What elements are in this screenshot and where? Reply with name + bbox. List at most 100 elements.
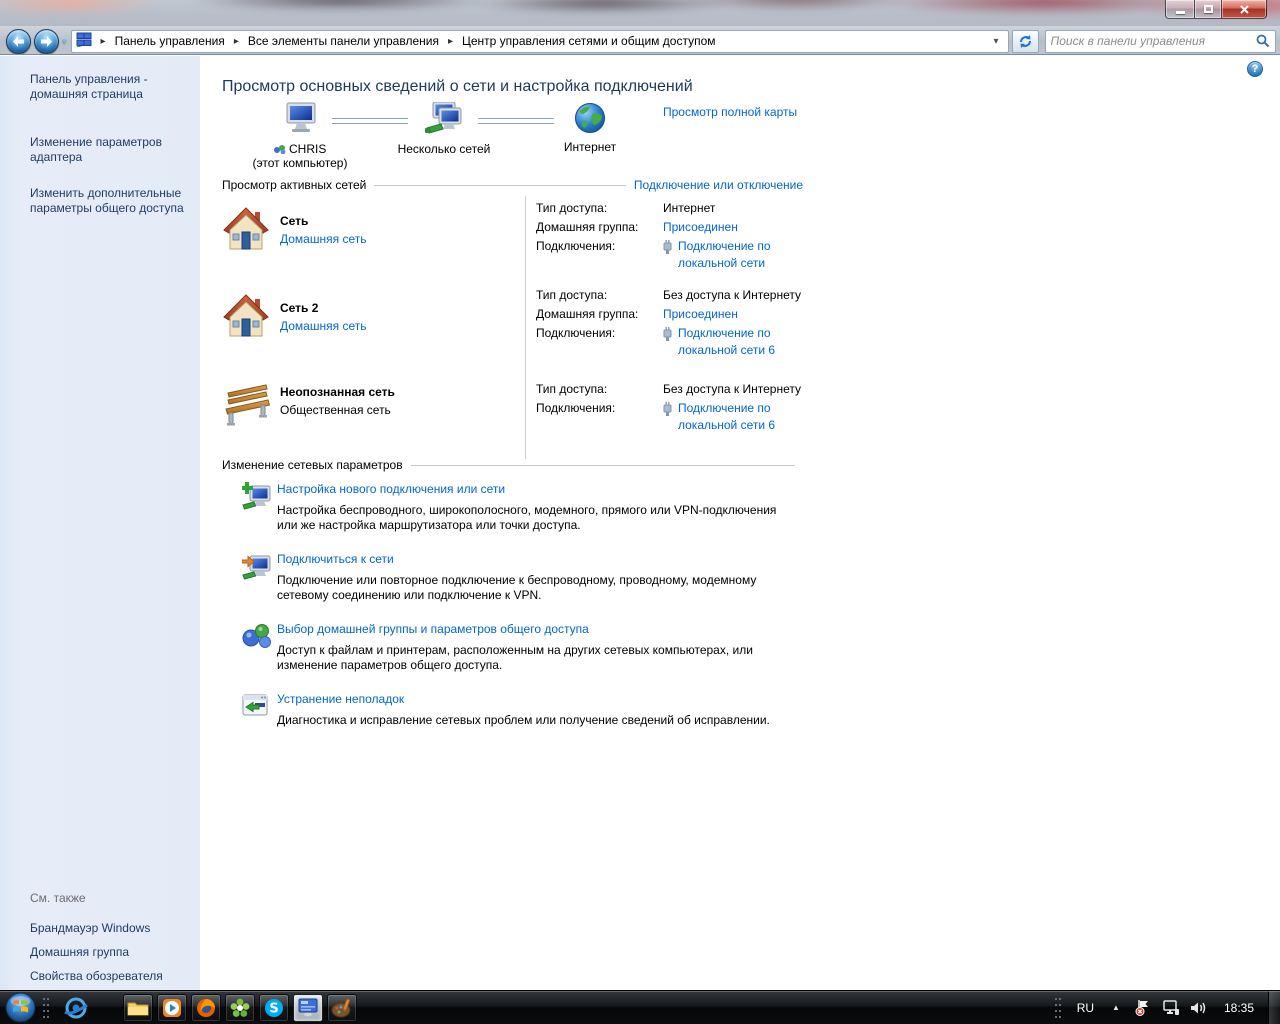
network-status-icon[interactable] <box>1157 999 1185 1016</box>
firefox-icon <box>197 998 215 1017</box>
network-card-home-1: Сеть Домашняя сеть Тип доступа: Интернет… <box>222 196 803 283</box>
search-icon[interactable] <box>1256 34 1270 48</box>
taskbar-item-explorer[interactable] <box>123 993 153 1022</box>
taskbar-item-paint[interactable] <box>327 993 357 1022</box>
network-details: Тип доступа: Интернет Домашняя группа: П… <box>525 196 803 283</box>
close-icon <box>1239 4 1249 14</box>
troubleshoot-desc: Диагностика и исправление сетевых пробле… <box>277 713 770 727</box>
taskbar-item-media-player[interactable] <box>157 993 187 1022</box>
task-troubleshoot: Устранение неполадок Диагностика и испра… <box>222 692 803 728</box>
network-icon-wrap <box>222 196 280 283</box>
back-button[interactable] <box>6 28 31 54</box>
change-settings-header: Изменение сетевых параметров <box>222 458 403 472</box>
internet-label: Интернет <box>563 140 617 154</box>
access-type-value: Интернет <box>663 201 716 215</box>
homegroup-icon <box>242 624 271 648</box>
clock[interactable]: 18:35 <box>1212 1001 1268 1015</box>
see-also-header: См. также <box>30 891 86 905</box>
network-name: Сеть 2 <box>280 301 319 315</box>
forward-button[interactable] <box>34 28 59 54</box>
computer-icon[interactable] <box>282 102 318 136</box>
map-node-multiple-networks: Несколько сетей <box>394 101 494 156</box>
multiple-networks-label: Несколько сетей <box>397 142 491 156</box>
search-input[interactable] <box>1050 34 1256 48</box>
connect-disconnect-link[interactable]: Подключение или отключение <box>634 178 803 192</box>
sidebar-item-advanced-sharing-settings[interactable]: Изменить дополнительные параметры общего… <box>30 186 195 216</box>
computer-sublabel: (этот компьютер) <box>252 156 348 170</box>
help-button[interactable]: ? <box>1247 61 1263 77</box>
internet-globe-icon[interactable] <box>574 102 606 134</box>
breadcrumb-control-panel[interactable]: Панель управления <box>113 33 227 49</box>
taskbar-item-firefox[interactable] <box>191 993 221 1022</box>
network-name-block: Неопознанная сеть Общественная сеть <box>280 377 525 459</box>
network-icon-wrap <box>222 283 280 377</box>
desktop-screen: ▾ ▸ Панель управления ▸ Все элементы пан… <box>0 0 1280 1024</box>
view-full-map-link[interactable]: Просмотр полной карты <box>663 105 797 119</box>
recent-pages-dropdown[interactable]: ▾ <box>62 36 67 47</box>
close-button[interactable] <box>1222 0 1267 19</box>
section-rule <box>410 464 795 466</box>
homegroup-options-link[interactable]: Выбор домашней группы и параметров общег… <box>277 622 589 636</box>
task-homegroup-options: Выбор домашней группы и параметров общег… <box>222 622 803 673</box>
taskbar-item-control-panel-active[interactable] <box>293 993 323 1022</box>
svg-text:S: S <box>269 1001 278 1016</box>
sidebar-item-windows-firewall[interactable]: Брандмауэр Windows <box>30 921 190 936</box>
connection-link[interactable]: Подключение по локальной сети 6 <box>678 325 803 359</box>
connection-link[interactable]: Подключение по локальной сети <box>678 238 803 272</box>
maximize-button[interactable] <box>1194 0 1222 19</box>
minimize-button[interactable] <box>1165 0 1194 19</box>
language-indicator[interactable]: RU <box>1069 1001 1102 1015</box>
start-button[interactable] <box>5 992 36 1023</box>
homegroup-status-link[interactable]: Присоединен <box>663 219 803 236</box>
connection-link[interactable]: Подключение по локальной сети 6 <box>678 400 803 434</box>
breadcrumb-separator-icon: ▸ <box>100 35 106 47</box>
network-type-text: Общественная сеть <box>280 403 391 417</box>
sidebar-item-control-panel-home[interactable]: Панель управления - домашняя страница <box>30 72 180 102</box>
multiple-networks-icon[interactable] <box>425 101 463 136</box>
sidebar: Панель управления - домашняя страница Из… <box>0 56 200 990</box>
homegroup-options-desc: Доступ к файлам и принтерам, расположенн… <box>277 643 753 672</box>
action-center-flag-icon[interactable] <box>1130 999 1157 1016</box>
breadcrumb-network-center[interactable]: Центр управления сетями и общим доступом <box>460 33 718 49</box>
taskbar-item-internet-explorer[interactable] <box>61 994 91 1022</box>
sidebar-item-homegroup[interactable]: Домашняя группа <box>30 945 190 960</box>
network-details: Тип доступа: Без доступа к Интернету Дом… <box>525 283 803 377</box>
map-node-computer: CHRIS (этот компьютер) <box>250 102 350 170</box>
taskbar-item-skype[interactable]: S <box>259 993 289 1022</box>
new-connection-link[interactable]: Настройка нового подключения или сети <box>277 482 505 496</box>
taskbar: S RU ▲ 18:35 <box>0 990 1280 1024</box>
access-type-value: Без доступа к Интернету <box>663 288 802 302</box>
new-connection-icon <box>242 482 271 510</box>
network-center-icon <box>76 32 92 51</box>
window-titlebar: ▾ ▸ Панель управления ▸ Все элементы пан… <box>0 0 1280 55</box>
network-type-link[interactable]: Домашняя сеть <box>280 232 366 246</box>
connect-to-network-link[interactable]: Подключиться к сети <box>277 552 394 566</box>
address-bar[interactable]: ▸ Панель управления ▸ Все элементы панел… <box>70 29 1009 53</box>
homegroup-status-link[interactable]: Присоединен <box>663 306 803 323</box>
new-connection-desc: Настройка беспроводного, широкополосного… <box>277 503 777 532</box>
map-node-internet: Интернет <box>540 102 640 154</box>
access-type-label: Тип доступа: <box>536 201 608 215</box>
show-desktop-button[interactable] <box>1268 990 1280 1024</box>
forward-arrow-icon <box>41 35 52 47</box>
control-panel-window-icon <box>298 998 318 1017</box>
window-controls <box>1165 0 1267 19</box>
ethernet-plug-icon <box>663 240 672 254</box>
address-dropdown-icon[interactable]: ▾ <box>989 36 1004 47</box>
network-name-block: Сеть Домашняя сеть <box>280 196 525 283</box>
troubleshoot-link[interactable]: Устранение неполадок <box>277 692 404 706</box>
maximize-icon <box>1203 5 1213 13</box>
sidebar-item-internet-options[interactable]: Свойства обозревателя <box>30 969 190 984</box>
breadcrumb-all-items[interactable]: Все элементы панели управления <box>246 33 441 49</box>
section-rule <box>374 184 626 186</box>
sidebar-item-change-adapter-settings[interactable]: Изменение параметров адаптера <box>30 135 190 165</box>
volume-icon[interactable] <box>1185 1000 1212 1016</box>
change-settings-header-row: Изменение сетевых параметров <box>222 458 803 472</box>
refresh-button[interactable] <box>1011 29 1039 53</box>
tray-hidden-icons-button[interactable]: ▲ <box>1102 1003 1130 1012</box>
navigation-bar: ▾ ▸ Панель управления ▸ Все элементы пан… <box>0 27 1280 54</box>
task-connect-to-network: Подключиться к сети Подключение или повт… <box>222 552 803 603</box>
taskbar-item-icq[interactable] <box>225 993 255 1022</box>
active-networks-header-row: Просмотр активных сетей Подключение или … <box>222 178 803 192</box>
network-type-link[interactable]: Домашняя сеть <box>280 319 366 333</box>
